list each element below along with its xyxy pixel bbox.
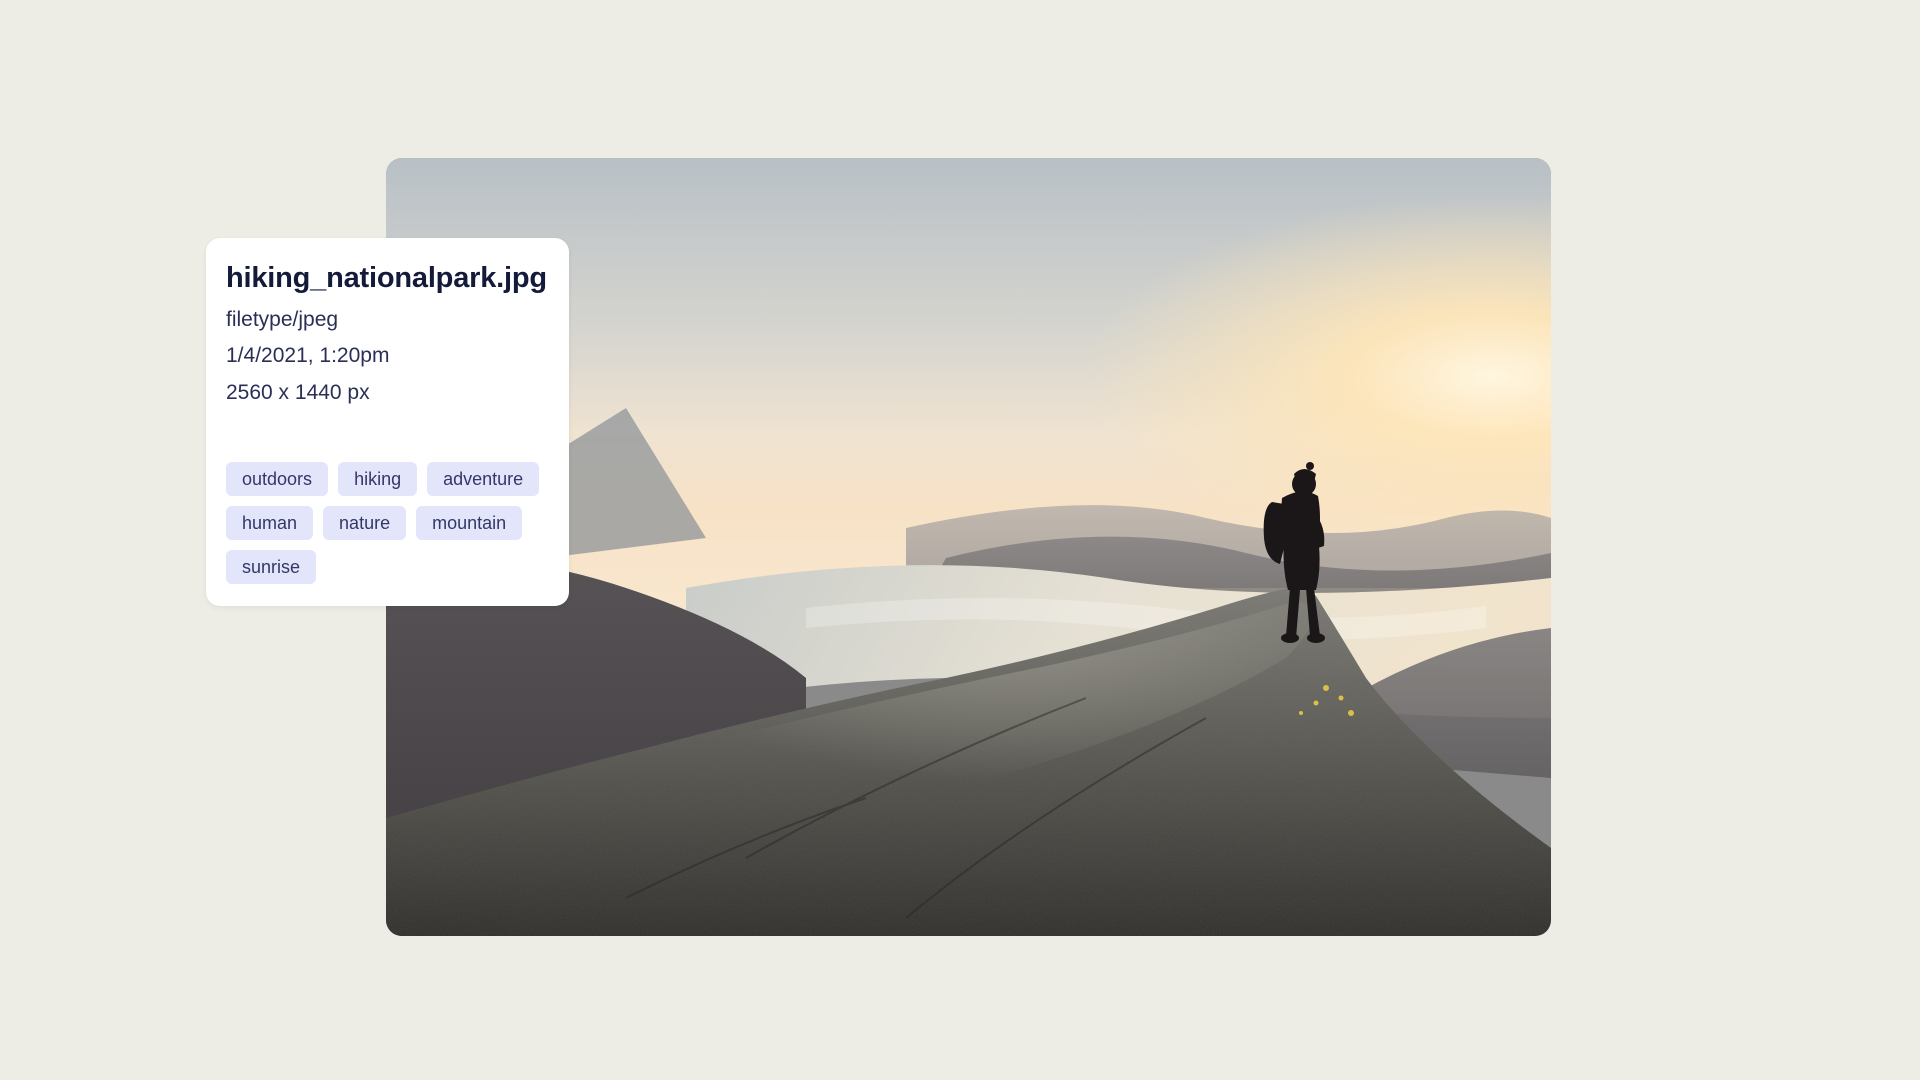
file-name: hiking_nationalpark.jpg — [226, 262, 549, 295]
file-timestamp: 1/4/2021, 1:20pm — [226, 341, 549, 371]
file-info-card: hiking_nationalpark.jpg filetype/jpeg 1/… — [206, 238, 569, 606]
file-dimensions: 2560 x 1440 px — [226, 378, 549, 408]
tag-list: outdoors hiking adventure human nature m… — [226, 462, 549, 584]
tag[interactable]: sunrise — [226, 550, 316, 584]
tag[interactable]: adventure — [427, 462, 539, 496]
tag[interactable]: human — [226, 506, 313, 540]
canvas: hiking_nationalpark.jpg filetype/jpeg 1/… — [0, 0, 1920, 1080]
tag[interactable]: hiking — [338, 462, 417, 496]
tag[interactable]: mountain — [416, 506, 522, 540]
file-type: filetype/jpeg — [226, 305, 549, 335]
tag[interactable]: nature — [323, 506, 406, 540]
tag[interactable]: outdoors — [226, 462, 328, 496]
file-meta: filetype/jpeg 1/4/2021, 1:20pm 2560 x 14… — [226, 305, 549, 408]
